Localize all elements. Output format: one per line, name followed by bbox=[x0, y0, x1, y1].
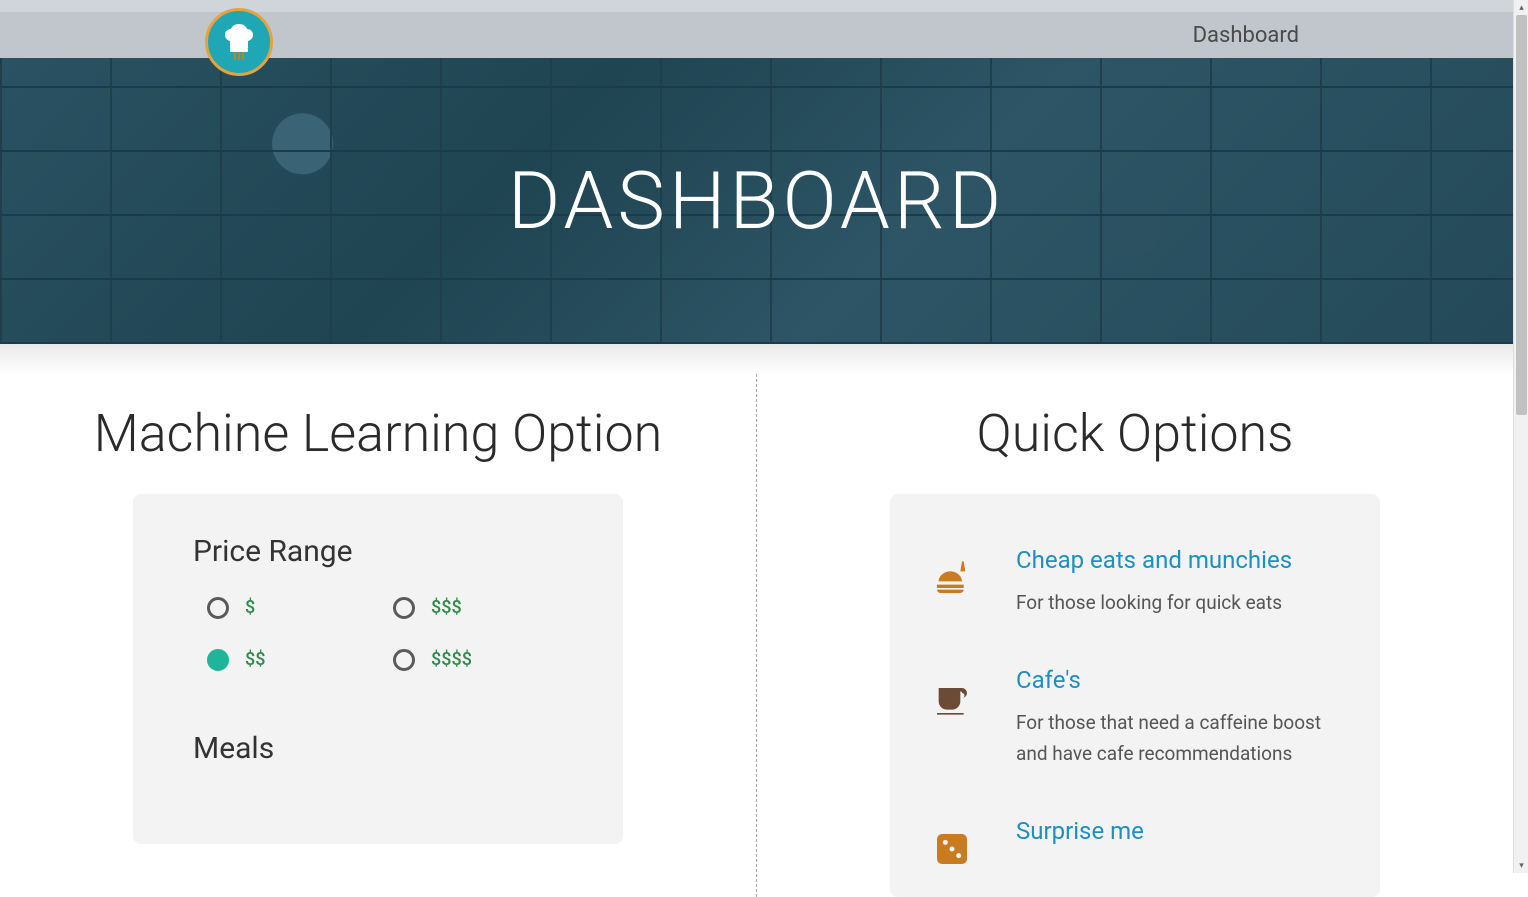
quick-option-cafes[interactable]: Cafe's For those that need a caffeine bo… bbox=[924, 642, 1346, 793]
quick-option-title: Surprise me bbox=[1016, 817, 1144, 845]
price-radio-4[interactable] bbox=[393, 649, 415, 671]
price-label-3: $$$ bbox=[431, 597, 563, 618]
price-range-heading: Price Range bbox=[193, 534, 563, 569]
dice-icon bbox=[928, 829, 976, 869]
price-label-2: $$ bbox=[245, 649, 377, 670]
quick-option-title: Cheap eats and munchies bbox=[1016, 546, 1292, 574]
page-title: DASHBOARD bbox=[508, 154, 1005, 248]
scroll-thumb[interactable] bbox=[1516, 15, 1527, 415]
price-radio-2[interactable] bbox=[207, 649, 229, 671]
quick-option-desc: For those looking for quick eats bbox=[1016, 588, 1292, 618]
coffee-icon bbox=[928, 678, 976, 718]
navbar: Dashboard bbox=[0, 0, 1513, 58]
ml-option-column: Machine Learning Option Price Range $ $$… bbox=[0, 374, 757, 897]
price-radio-3[interactable] bbox=[393, 597, 415, 619]
quick-options-column: Quick Options Cheap eats and munchies Fo… bbox=[757, 374, 1513, 897]
fastfood-icon bbox=[928, 558, 976, 598]
app-logo[interactable] bbox=[205, 8, 273, 76]
price-label-1: $ bbox=[245, 597, 377, 618]
scroll-down-button[interactable]: ▾ bbox=[1514, 858, 1528, 873]
quick-option-desc: For those that need a caffeine boost and… bbox=[1016, 708, 1342, 769]
chef-hat-icon bbox=[215, 18, 263, 66]
hero-banner: DASHBOARD bbox=[0, 58, 1513, 344]
meals-heading: Meals bbox=[193, 731, 563, 766]
price-label-4: $$$$ bbox=[431, 649, 563, 670]
vertical-scrollbar[interactable]: ▴ ▾ bbox=[1513, 0, 1528, 873]
quick-option-surprise[interactable]: Surprise me bbox=[924, 793, 1346, 869]
quick-options-card: Cheap eats and munchies For those lookin… bbox=[890, 494, 1380, 897]
nav-link-dashboard[interactable]: Dashboard bbox=[1193, 23, 1479, 48]
hero-shadow bbox=[0, 344, 1513, 374]
ml-section-title: Machine Learning Option bbox=[30, 404, 726, 464]
scroll-up-button[interactable]: ▴ bbox=[1514, 0, 1528, 15]
ml-option-card: Price Range $ $$$ $$ $$$$ Meals bbox=[133, 494, 623, 844]
quick-option-title: Cafe's bbox=[1016, 666, 1342, 694]
price-radio-1[interactable] bbox=[207, 597, 229, 619]
quick-section-title: Quick Options bbox=[787, 404, 1483, 464]
price-range-radio-group: $ $$$ $$ $$$$ bbox=[193, 597, 563, 671]
quick-option-cheap-eats[interactable]: Cheap eats and munchies For those lookin… bbox=[924, 522, 1346, 642]
